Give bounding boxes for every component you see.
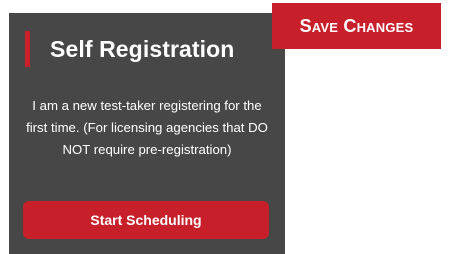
page: Self Registration I am a new test-taker … [0,0,453,254]
title-accent-bar [25,31,30,67]
card-description: I am a new test-taker registering for th… [26,98,268,157]
card-header: Self Registration [25,31,234,67]
save-changes-button[interactable]: Save Changes [272,3,441,49]
start-scheduling-button[interactable]: Start Scheduling [23,201,269,239]
card-title: Self Registration [50,35,235,62]
self-registration-card: Self Registration I am a new test-taker … [9,13,285,254]
